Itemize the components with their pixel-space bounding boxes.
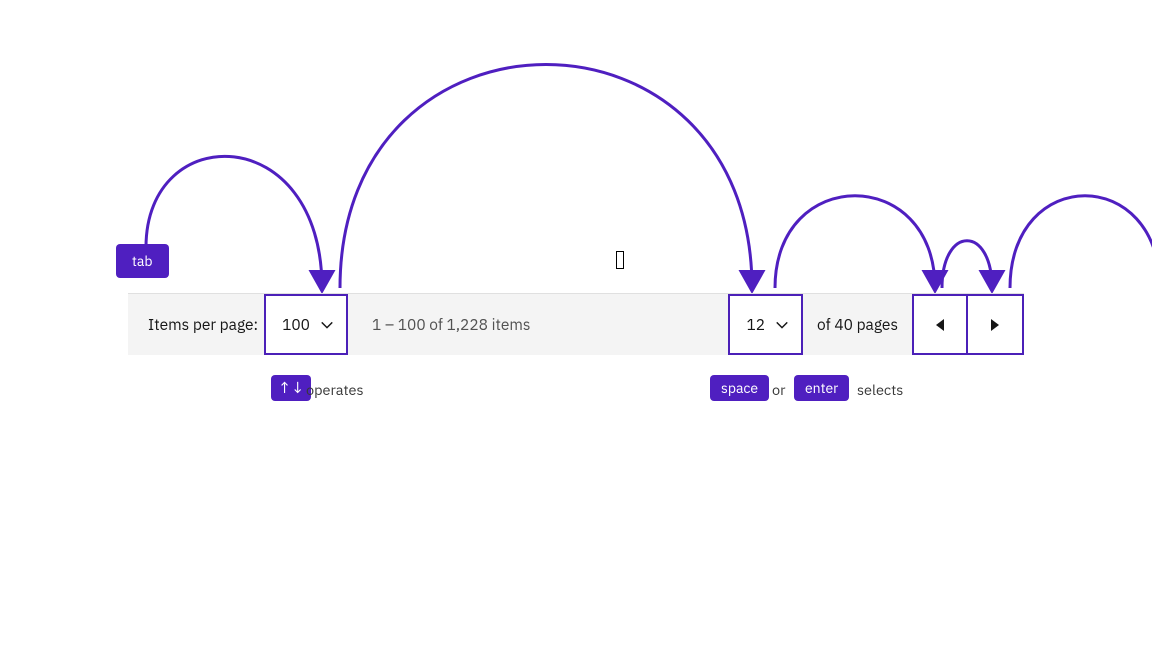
arrow-keys-icon: ↑↓ [278,380,304,396]
next-page-button[interactable] [968,294,1024,355]
caret-left-icon [936,319,944,331]
pagination-bar: Items per page: 100 1 – 100 of 1,228 ite… [128,293,1024,355]
tab-key-badge: tab [116,244,169,278]
prev-page-button[interactable] [912,294,968,355]
selects-hint: selects [857,380,903,399]
items-per-page-select[interactable]: 100 [264,294,348,355]
chevron-down-icon [320,318,334,332]
page-number-select[interactable]: 12 [728,294,803,355]
total-pages-label: of 40 pages [803,294,912,355]
or-hint: or [772,380,785,399]
tab-key-label: tab [132,254,153,268]
caret-right-icon [991,319,999,331]
items-per-page-label: Items per page: [128,294,258,355]
operates-hint: operates [306,380,364,399]
enter-key-label: enter [805,381,838,395]
space-key-badge: space [710,375,769,401]
pagination-summary: 1 – 100 of 1,228 items [348,294,728,355]
text-cursor-indicator [617,252,623,268]
items-per-page-value: 100 [282,315,310,335]
space-key-label: space [721,381,758,395]
page-number-value: 12 [746,315,765,335]
enter-key-badge: enter [794,375,849,401]
chevron-down-icon [775,318,789,332]
